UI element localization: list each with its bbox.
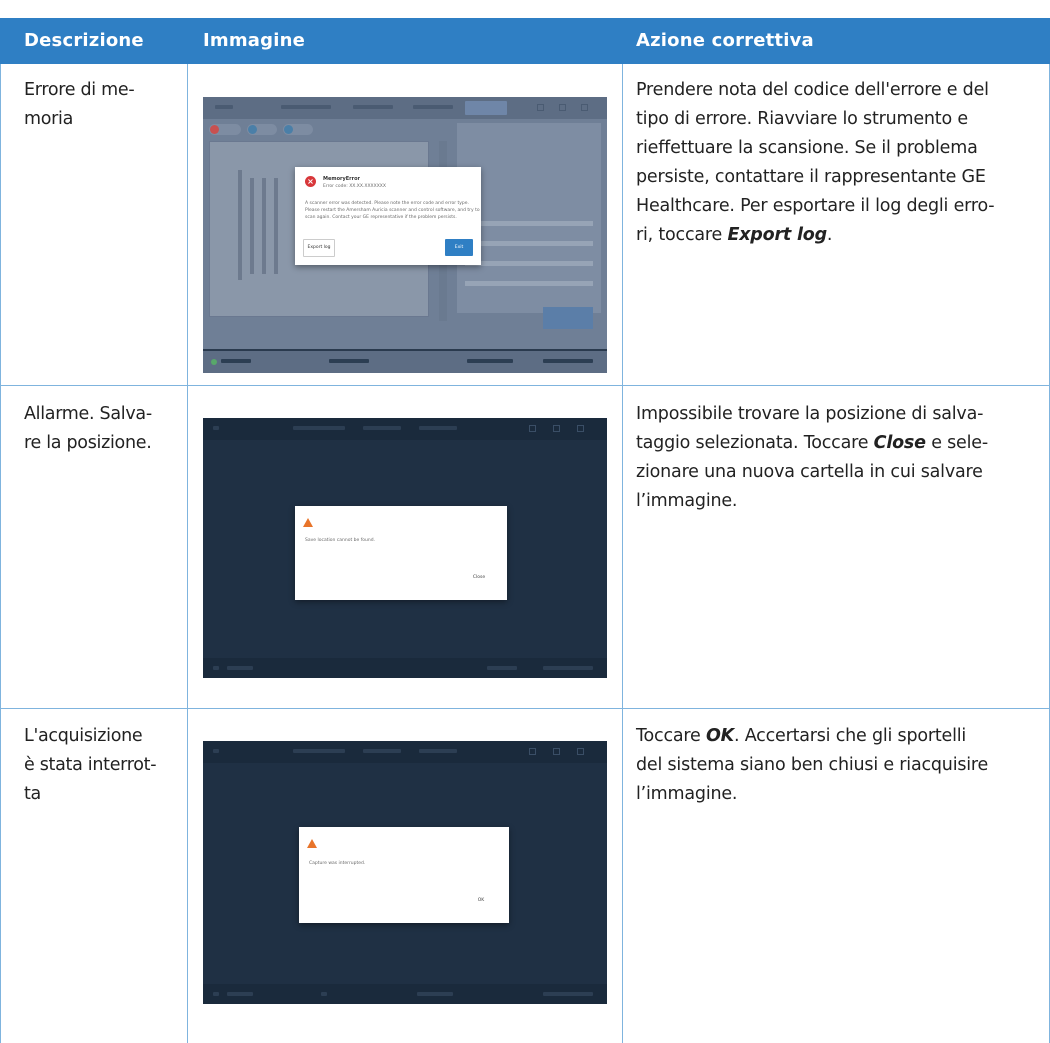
ok-button[interactable]: OK [471, 895, 491, 907]
exit-button[interactable]: Exit [445, 239, 473, 256]
table-row-3-description: L'acquisizione è stata interrot- ta [24, 722, 174, 809]
column-header-descrizione: Descrizione [24, 30, 144, 51]
column-header-immagine: Immagine [203, 30, 306, 51]
dialog-message: Capture was interrupted. [309, 861, 366, 866]
action-text: ri, toccare [636, 225, 728, 245]
dialog-message: Please restart the Amersham Auricia scan… [305, 208, 480, 213]
desc-line: Errore di me- [24, 80, 135, 100]
dialog-message: Save location cannot be found. [305, 538, 376, 543]
action-line: ri, toccare Export log. [636, 221, 1036, 250]
desc-line: Allarme. Salva- [24, 404, 152, 424]
desc-line: ta [24, 784, 41, 804]
action-line: taggio selezionata. Toccare Close e sele… [636, 429, 1036, 458]
memory-error-dialog: × MemoryError Error code: XX.XX.XXXXXXX … [295, 167, 481, 265]
app-status-bar [203, 984, 607, 1004]
action-line: Impossibile trovare la posizione di salv… [636, 404, 984, 424]
save-location-dialog: Save location cannot be found. Close [295, 506, 507, 600]
memory-error-screenshot: × MemoryError Error code: XX.XX.XXXXXXX … [203, 97, 607, 373]
action-line: zionare una nuova cartella in cui salvar… [636, 462, 983, 482]
desc-line: L'acquisizione [24, 726, 143, 746]
app-status-bar [203, 658, 607, 678]
action-keyword: Close [873, 433, 926, 453]
column-header-azione: Azione correttiva [636, 30, 814, 51]
action-keyword: OK [705, 726, 734, 746]
error-table: Descrizione Immagine Azione correttiva E… [0, 0, 1050, 1043]
dialog-message: scan again. Contact your GE representati… [305, 215, 457, 220]
table-border-left [0, 64, 1, 1043]
action-text: . [826, 225, 833, 245]
action-line: rieffettuare la scansione. Se il problem… [636, 138, 978, 158]
action-line: Toccare OK. Accertarsi che gli sportelli [636, 722, 1036, 751]
action-keyword: Export log [727, 225, 827, 245]
action-line: tipo di errore. Riavviare lo strumento e [636, 109, 968, 129]
action-line: Healthcare. Per esportare il log degli e… [636, 196, 995, 216]
table-row-2-action: Impossibile trovare la posizione di salv… [636, 400, 1036, 516]
table-row-1-description: Errore di me- moria [24, 76, 174, 134]
action-text: . Accertarsi che gli sportelli [733, 726, 967, 746]
desc-line: re la posizione. [24, 433, 152, 453]
action-line: l’immagine. [636, 491, 738, 511]
app-top-bar [203, 418, 607, 440]
dialog-message: A scanner error was detected. Please not… [305, 201, 469, 206]
action-text: e sele- [925, 433, 988, 453]
error-icon: × [305, 176, 316, 187]
table-row-3-action: Toccare OK. Accertarsi che gli sportelli… [636, 722, 1036, 809]
action-line: del sistema siano ben chiusi e riacquisi… [636, 755, 989, 775]
capture-interrupted-dialog: Capture was interrupted. OK [299, 827, 509, 923]
table-header: Descrizione Immagine Azione correttiva [0, 18, 1050, 64]
table-row-2-description: Allarme. Salva- re la posizione. [24, 400, 174, 458]
warning-icon [307, 839, 317, 848]
action-text: Toccare [636, 726, 706, 746]
table-row-1-action: Prendere nota del codice dell'errore e d… [636, 76, 1036, 250]
column-divider-2 [622, 64, 623, 1043]
action-text: taggio selezionata. Toccare [636, 433, 874, 453]
action-line: l’immagine. [636, 784, 738, 804]
app-status-bar [203, 351, 607, 373]
export-log-button[interactable]: Export log [303, 239, 335, 257]
save-location-screenshot: Save location cannot be found. Close [203, 418, 607, 678]
desc-line: moria [24, 109, 74, 129]
desc-line: è stata interrot- [24, 755, 157, 775]
action-line: Prendere nota del codice dell'errore e d… [636, 80, 989, 100]
row-divider-2 [0, 708, 1050, 709]
column-divider-1 [187, 64, 188, 1043]
capture-interrupted-screenshot: Capture was interrupted. OK [203, 741, 607, 1004]
app-top-bar [203, 741, 607, 763]
row-divider-1 [0, 385, 1050, 386]
warning-icon [303, 518, 313, 527]
close-button[interactable]: Close [465, 572, 493, 584]
dialog-error-code: Error code: XX.XX.XXXXXXX [323, 184, 386, 189]
dialog-title: MemoryError [323, 176, 360, 182]
app-top-bar [203, 97, 607, 119]
action-line: persiste, contattare il rappresentante G… [636, 167, 986, 187]
